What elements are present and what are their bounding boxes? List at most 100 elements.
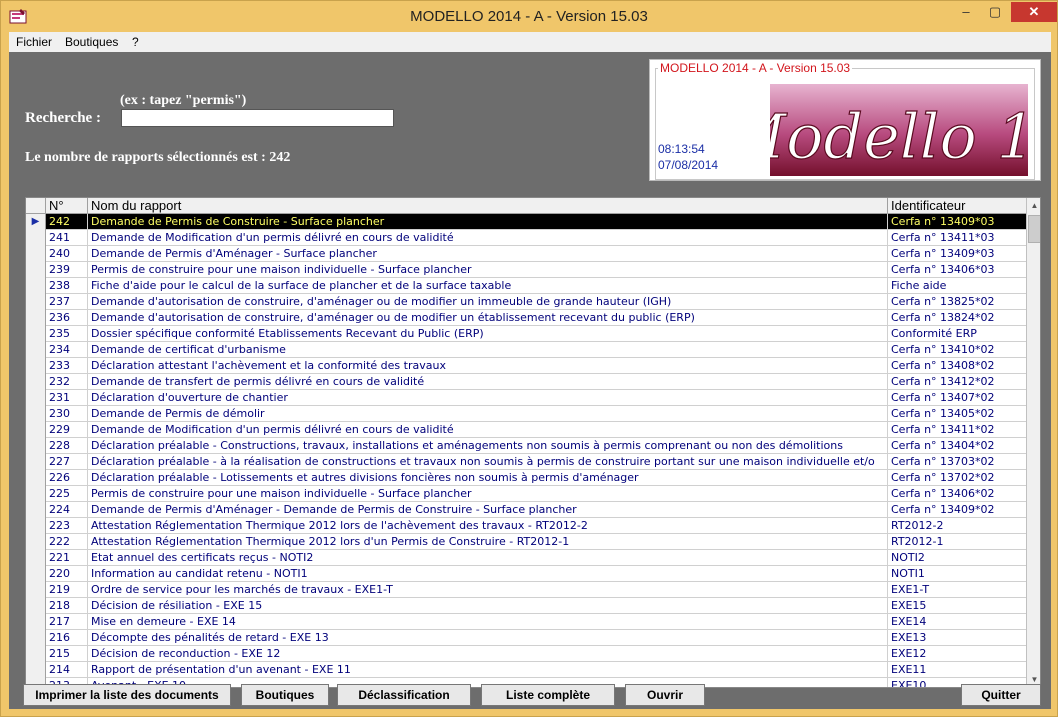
row-indicator[interactable]	[26, 358, 46, 374]
row-indicator[interactable]	[26, 630, 46, 646]
menu-help[interactable]: ?	[132, 35, 139, 49]
table-row[interactable]: 230 Demande de Permis de démolir Cerfa n° …	[26, 406, 1026, 422]
table-row[interactable]: 218 Décision de résiliation - EXE 15 EXE15	[26, 598, 1026, 614]
table-row[interactable]: 219 Ordre de service pour les marchés de …	[26, 582, 1026, 598]
minimize-button[interactable]: –	[952, 2, 980, 22]
table-row[interactable]: 237 Demande d'autorisation de construire,…	[26, 294, 1026, 310]
application-window: MODELLO 2014 - A - Version 15.03 – ▢ ✕ F…	[0, 0, 1058, 717]
row-identifier: Fiche aide	[891, 279, 947, 292]
row-indicator[interactable]	[26, 310, 46, 326]
table-row[interactable]: 229 Demande de Modification d'un permis d…	[26, 422, 1026, 438]
row-indicator[interactable]	[26, 582, 46, 598]
row-indicator[interactable]	[26, 294, 46, 310]
row-indicator[interactable]	[26, 614, 46, 630]
row-indicator[interactable]	[26, 246, 46, 262]
row-identifier: EXE15	[891, 599, 927, 612]
table-row[interactable]: 240 Demande de Permis d'Aménager - Surfac…	[26, 246, 1026, 262]
menu-boutiques[interactable]: Boutiques	[65, 35, 118, 49]
row-identifier: Cerfa n° 13404*02	[891, 439, 995, 452]
row-identifier: Cerfa n° 13703*02	[891, 455, 995, 468]
shops-button[interactable]: Boutiques	[241, 684, 329, 706]
row-indicator[interactable]	[26, 406, 46, 422]
table-row[interactable]: 228 Déclaration préalable - Constructions…	[26, 438, 1026, 454]
table-row[interactable]: 239 Permis de construire pour une maison …	[26, 262, 1026, 278]
row-name: Déclaration préalable - Lotissements et …	[88, 470, 888, 486]
row-indicator[interactable]	[26, 534, 46, 550]
declassify-button[interactable]: Déclassification	[337, 684, 471, 706]
row-name: Demande d'autorisation de construire, d'…	[88, 294, 888, 310]
table-row[interactable]: 220 Information au candidat retenu - NOTI…	[26, 566, 1026, 582]
row-indicator[interactable]	[26, 326, 46, 342]
vertical-scrollbar[interactable]: ▲ ▼	[1026, 198, 1040, 687]
table-row[interactable]: 216 Décompte des pénalités de retard - EX…	[26, 630, 1026, 646]
header-number[interactable]: N°	[46, 198, 88, 214]
table-row[interactable]: ▶ 242 Demande de Permis de Construire - Su…	[26, 214, 1026, 230]
header-name[interactable]: Nom du rapport	[88, 198, 888, 214]
print-list-button[interactable]: Imprimer la liste des documents	[23, 684, 231, 706]
row-name: Demande d'autorisation de construire, d'…	[88, 310, 888, 326]
row-indicator[interactable]	[26, 566, 46, 582]
row-indicator[interactable]	[26, 278, 46, 294]
row-number: 215	[46, 646, 88, 662]
row-indicator[interactable]	[26, 262, 46, 278]
row-name: Fiche d'aide pour le calcul de la surfac…	[88, 278, 888, 294]
main-content: (ex : tapez "permis") Recherche : Le nom…	[9, 52, 1051, 709]
row-indicator[interactable]	[26, 390, 46, 406]
table-row[interactable]: 231 Déclaration d'ouverture de chantier Ce…	[26, 390, 1026, 406]
row-indicator[interactable]	[26, 486, 46, 502]
row-identifier: EXE12	[891, 647, 927, 660]
row-indicator[interactable]	[26, 454, 46, 470]
row-number: 240	[46, 246, 88, 262]
row-indicator[interactable]	[26, 646, 46, 662]
header-identifier[interactable]: Identificateur	[888, 198, 1026, 214]
quit-button[interactable]: Quitter	[961, 684, 1041, 706]
scroll-up-icon[interactable]: ▲	[1027, 198, 1040, 214]
row-name: Demande de Permis d'Aménager - Demande d…	[88, 502, 888, 518]
row-indicator[interactable]	[26, 438, 46, 454]
row-indicator[interactable]	[26, 342, 46, 358]
table-row[interactable]: 238 Fiche d'aide pour le calcul de la sur…	[26, 278, 1026, 294]
row-indicator[interactable]	[26, 502, 46, 518]
table-row[interactable]: 223 Attestation Réglementation Thermique …	[26, 518, 1026, 534]
full-list-button[interactable]: Liste complète	[481, 684, 615, 706]
search-input[interactable]	[121, 109, 394, 127]
row-indicator[interactable]	[26, 518, 46, 534]
table-row[interactable]: 217 Mise en demeure - EXE 14 EXE14	[26, 614, 1026, 630]
row-identifier: NOTI1	[891, 567, 925, 580]
row-selected-icon[interactable]: ▶	[26, 214, 46, 230]
row-indicator[interactable]	[26, 662, 46, 678]
table-row[interactable]: 224 Demande de Permis d'Aménager - Demand…	[26, 502, 1026, 518]
row-indicator[interactable]	[26, 374, 46, 390]
table-row[interactable]: 214 Rapport de présentation d'un avenant …	[26, 662, 1026, 678]
table-row[interactable]: 226 Déclaration préalable - Lotissements …	[26, 470, 1026, 486]
table-row[interactable]: 234 Demande de certificat d'urbanisme Cerf…	[26, 342, 1026, 358]
row-identifier: Cerfa n° 13702*02	[891, 471, 995, 484]
maximize-button[interactable]: ▢	[981, 2, 1009, 22]
menu-fichier[interactable]: Fichier	[16, 35, 52, 49]
table-row[interactable]: 222 Attestation Réglementation Thermique …	[26, 534, 1026, 550]
table-row[interactable]: 232 Demande de transfert de permis délivr…	[26, 374, 1026, 390]
row-name: Mise en demeure - EXE 14	[88, 614, 888, 630]
reports-table[interactable]: N° Nom du rapport Identificateur ▶ 242 Dem…	[25, 197, 1041, 688]
row-indicator[interactable]	[26, 598, 46, 614]
table-row[interactable]: 225 Permis de construire pour une maison …	[26, 486, 1026, 502]
table-row[interactable]: 227 Déclaration préalable - à la réalisat…	[26, 454, 1026, 470]
table-row[interactable]: 236 Demande d'autorisation de construire,…	[26, 310, 1026, 326]
table-row[interactable]: 215 Décision de reconduction - EXE 12 EXE1…	[26, 646, 1026, 662]
table-row[interactable]: 221 Etat annuel des certificats reçus - N…	[26, 550, 1026, 566]
table-row[interactable]: 241 Demande de Modification d'un permis d…	[26, 230, 1026, 246]
row-indicator[interactable]	[26, 470, 46, 486]
open-button[interactable]: Ouvrir	[625, 684, 705, 706]
row-identifier: EXE11	[891, 663, 927, 676]
row-number: 222	[46, 534, 88, 550]
title-bar[interactable]: MODELLO 2014 - A - Version 15.03 – ▢ ✕	[1, 1, 1057, 32]
row-name: Décision de reconduction - EXE 12	[88, 646, 888, 662]
row-indicator[interactable]	[26, 422, 46, 438]
row-name: Demande de certificat d'urbanisme	[88, 342, 888, 358]
row-indicator[interactable]	[26, 230, 46, 246]
table-row[interactable]: 235 Dossier spécifique conformité Etablis…	[26, 326, 1026, 342]
row-indicator[interactable]	[26, 550, 46, 566]
scroll-thumb[interactable]	[1028, 215, 1040, 243]
close-button[interactable]: ✕	[1011, 2, 1057, 22]
table-row[interactable]: 233 Déclaration attestant l'achèvement et…	[26, 358, 1026, 374]
